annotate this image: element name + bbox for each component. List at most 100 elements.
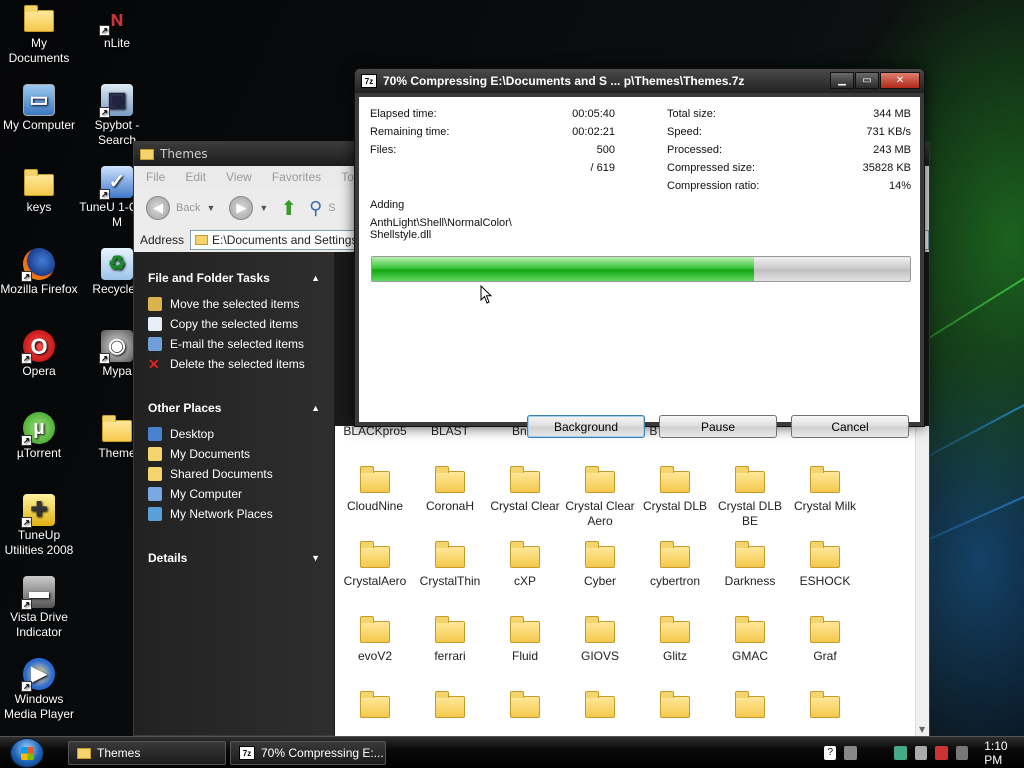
place-my-network-places[interactable]: My Network Places <box>134 504 334 524</box>
tray-app-icon[interactable] <box>955 746 969 760</box>
expand-icon[interactable]: ▼ <box>311 553 320 563</box>
folder-item[interactable]: Cyber <box>562 540 638 589</box>
folder-item[interactable]: CrystalThin <box>412 540 488 589</box>
folder-item[interactable]: CoronaH <box>412 465 488 514</box>
files-label: Files: <box>370 144 397 156</box>
dialog-body: Elapsed time: 00:05:40 Remaining time: 0… <box>359 97 920 438</box>
back-button[interactable]: ◀ <box>146 196 170 220</box>
folder-item[interactable]: cXP <box>487 540 563 589</box>
menu-view[interactable]: View <box>226 170 252 184</box>
folder-item[interactable]: Crystal Clear Aero <box>562 465 638 529</box>
network-icon[interactable] <box>894 746 907 760</box>
menu-file[interactable]: File <box>146 170 165 184</box>
details-header[interactable]: Details ▼ <box>134 546 334 570</box>
chevron-down-icon[interactable]: ▼ <box>259 203 268 213</box>
other-places-header[interactable]: Other Places ▲ <box>134 396 334 420</box>
taskbar-item-7zip[interactable]: 7z 70% Compressing E:... <box>230 741 386 765</box>
maximize-button[interactable]: ▭ <box>855 72 879 89</box>
menu-edit[interactable]: Edit <box>185 170 206 184</box>
scroll-down-icon[interactable]: ▼ <box>919 725 925 734</box>
up-folder-icon[interactable]: ⬆ <box>280 196 297 221</box>
folder-item[interactable]: Crystal Clear <box>487 465 563 514</box>
antivirus-icon[interactable] <box>935 746 948 760</box>
help-icon[interactable]: ? <box>824 746 837 760</box>
desktop-icon-spybot[interactable]: ▣ ↗ Spybot - Search <box>78 84 156 148</box>
task-delete-items[interactable]: ✕ Delete the selected items <box>134 354 334 374</box>
folder-item[interactable] <box>712 690 788 724</box>
desktop-icon-firefox[interactable]: ↗ Mozilla Firefox <box>0 248 78 297</box>
desktop-icon-my-documents[interactable]: My Documents <box>0 2 78 66</box>
folder-item[interactable] <box>412 690 488 724</box>
desktop-icon-nlite[interactable]: ɴ ↗ nLite <box>78 2 156 51</box>
pause-button[interactable]: Pause <box>659 415 777 438</box>
folder-item[interactable]: GIOVS <box>562 615 638 664</box>
speed-label: Speed: <box>667 126 702 138</box>
spybot-icon: ▣ ↗ <box>99 84 133 118</box>
network-places-icon <box>148 507 162 521</box>
minimize-button[interactable]: ▁ <box>830 72 854 89</box>
folder-item[interactable] <box>787 690 863 724</box>
desktop-icon-label: Windows Media Player <box>3 692 75 721</box>
start-button[interactable] <box>10 738 44 768</box>
desktop-icon-utorrent[interactable]: µ ↗ µTorrent <box>0 412 78 461</box>
desktop-icon-drive-indicator[interactable]: ▬ ↗ Vista Drive Indicator <box>0 576 78 640</box>
folder-item[interactable]: BLAST <box>412 426 488 439</box>
desktop-icon-label: My Computer <box>2 118 76 132</box>
folder-item[interactable]: Crystal Milk <box>787 465 863 514</box>
forward-button[interactable]: ▶ <box>229 196 254 220</box>
folder-item[interactable] <box>562 690 638 724</box>
folder-item[interactable]: Graf <box>787 615 863 664</box>
desktop-icon-opera[interactable]: O ↗ Opera <box>0 330 78 379</box>
menu-favorites[interactable]: Favorites <box>272 170 321 184</box>
close-button[interactable]: ✕ <box>880 72 920 89</box>
folder-item[interactable]: Crystal DLB BE <box>712 465 788 529</box>
folder-icon <box>660 691 690 718</box>
folder-item[interactable]: cybertron <box>637 540 713 589</box>
folder-icon <box>360 691 390 718</box>
folder-item[interactable] <box>487 690 563 724</box>
taskbar-item-themes[interactable]: Themes <box>68 741 226 765</box>
collapse-icon[interactable]: ▲ <box>311 403 320 413</box>
desktop-icon-my-computer[interactable]: ▭ My Computer <box>0 84 78 133</box>
place-my-computer[interactable]: My Computer <box>134 484 334 504</box>
folder-item[interactable]: CloudNine <box>337 465 413 514</box>
search-label[interactable]: S <box>328 202 335 214</box>
vertical-scrollbar[interactable]: ▼ <box>915 426 929 736</box>
clock[interactable]: 1:10 PM <box>984 739 1024 767</box>
folder-item[interactable]: Crystal DLB <box>637 465 713 514</box>
place-my-documents[interactable]: My Documents <box>134 444 334 464</box>
cancel-button[interactable]: Cancel <box>791 415 909 438</box>
desktop-icon-label: My Documents <box>8 36 70 65</box>
search-icon[interactable]: ⚲ <box>309 198 322 219</box>
task-label: E-mail the selected items <box>170 337 305 351</box>
folder-item[interactable]: Fluid <box>487 615 563 664</box>
folder-item[interactable] <box>637 690 713 724</box>
shared-documents-icon <box>148 467 162 481</box>
place-desktop[interactable]: Desktop <box>134 424 334 444</box>
folder-icon <box>735 466 765 493</box>
desktop-icon-tuneup-utilities[interactable]: ✚ ↗ TuneUp Utilities 2008 <box>0 494 78 558</box>
compressed-size-value: 35828 KB <box>862 162 911 174</box>
folder-item[interactable]: ESHOCK <box>787 540 863 589</box>
volume-icon[interactable] <box>844 746 857 760</box>
folder-item[interactable]: CrystalAero <box>337 540 413 589</box>
desktop-icon-media-player[interactable]: ▶ ↗ Windows Media Player <box>0 658 78 722</box>
folder-item[interactable]: ferrari <box>412 615 488 664</box>
folder-item[interactable]: Darkness <box>712 540 788 589</box>
task-email-items[interactable]: E-mail the selected items <box>134 334 334 354</box>
desktop-icon-keys[interactable]: keys <box>0 166 78 215</box>
folder-item[interactable]: Glitz <box>637 615 713 664</box>
folder-item[interactable] <box>337 690 413 724</box>
collapse-icon[interactable]: ▲ <box>311 273 320 283</box>
folder-item[interactable]: GMAC <box>712 615 788 664</box>
task-move-items[interactable]: Move the selected items <box>134 294 334 314</box>
drive-icon[interactable] <box>914 746 928 760</box>
folder-item[interactable]: BLACKpro5 <box>337 426 413 439</box>
file-folder-tasks-header[interactable]: File and Folder Tasks ▲ <box>134 266 334 290</box>
chevron-down-icon[interactable]: ▼ <box>206 203 215 213</box>
folder-item[interactable]: evoV2 <box>337 615 413 664</box>
place-shared-documents[interactable]: Shared Documents <box>134 464 334 484</box>
desktop-icon-label: keys <box>26 200 52 214</box>
task-copy-items[interactable]: Copy the selected items <box>134 314 334 334</box>
background-button[interactable]: Background <box>527 415 645 438</box>
